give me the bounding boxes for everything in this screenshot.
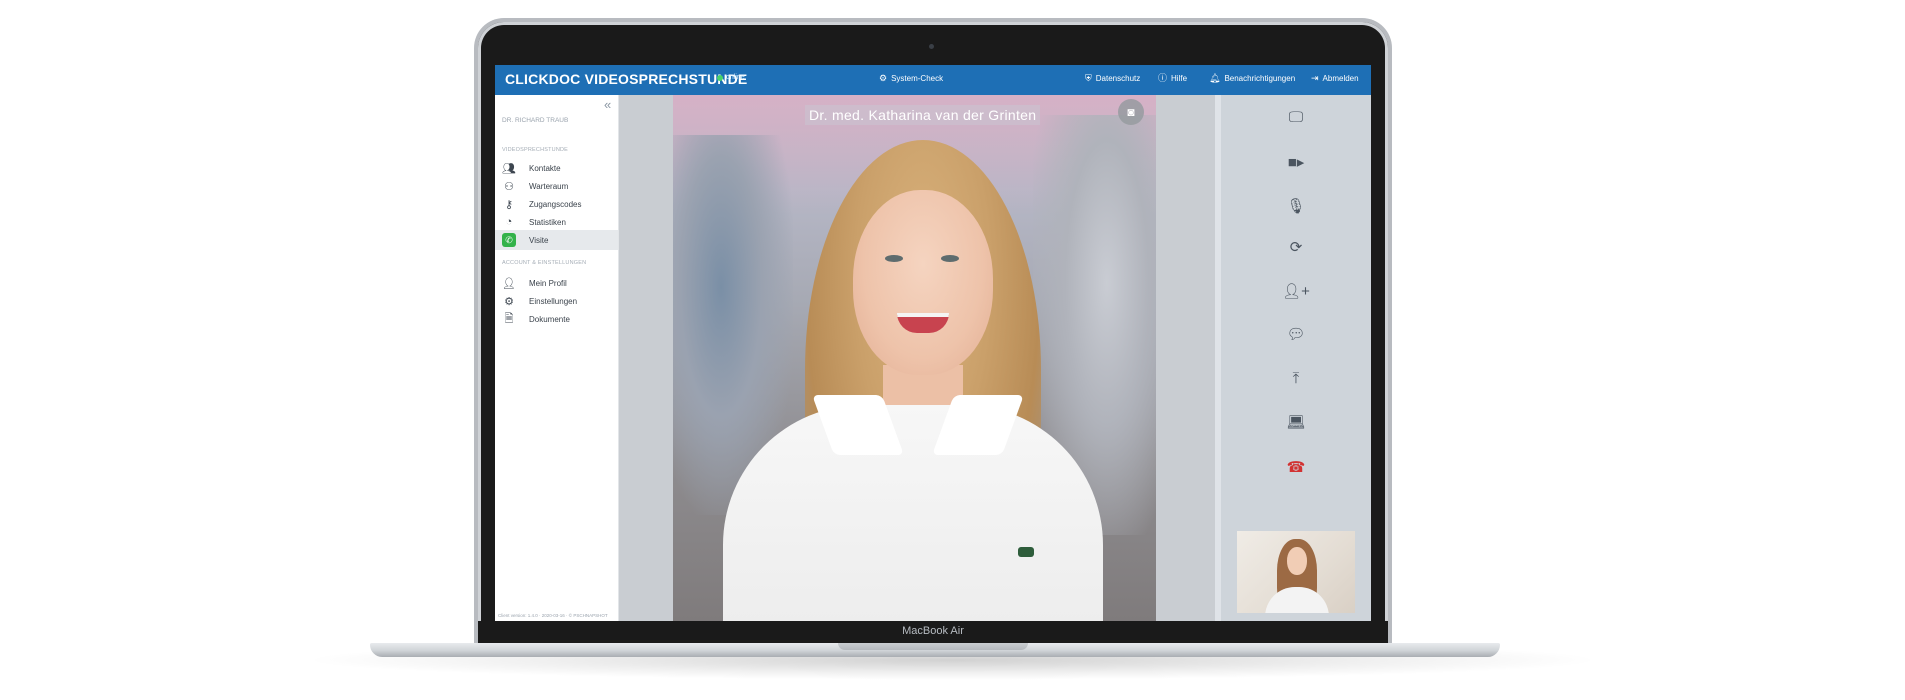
- section-heading-account: ACCOUNT & EINSTELLUNGEN: [502, 260, 587, 266]
- self-person-body: [1265, 587, 1329, 613]
- logout-link[interactable]: ⇥ Abmelden: [1311, 73, 1359, 84]
- person-eye: [941, 255, 959, 262]
- logout-label: Abmelden: [1322, 74, 1359, 83]
- add-participant-button[interactable]: 👤︎+: [1281, 279, 1311, 303]
- phone-icon: ✆: [502, 233, 516, 247]
- sidebar-item-kontakte[interactable]: 👥︎ Kontakte: [495, 158, 618, 178]
- contacts-icon: 👥︎: [502, 162, 516, 175]
- system-check-link[interactable]: ⚙ System-Check: [879, 73, 944, 84]
- switch-camera-button[interactable]: ⟳: [1281, 235, 1311, 259]
- call-controls: 🖵 ■▸ 🎙︎ ⟳ 👤︎+ 💬︎ ⤒ 💻︎ ☎: [1221, 95, 1371, 621]
- hang-up-button[interactable]: ☎: [1281, 455, 1311, 479]
- sidebar-item-label: Visite: [529, 235, 549, 245]
- privacy-link[interactable]: ⛨ Datenschutz: [1085, 73, 1141, 84]
- document-icon: 🗎: [504, 312, 514, 325]
- sidebar-item-statistiken[interactable]: ◔ Statistiken: [495, 212, 618, 232]
- hang-up-icon: ☎: [1286, 459, 1306, 476]
- participant-name: Dr. med. Katharina van der Grinten: [805, 105, 1041, 125]
- camera-icon: ■▸: [1287, 154, 1305, 171]
- shield-icon: ⛨: [1085, 73, 1092, 83]
- sidebar-item-label: Kontakte: [529, 163, 561, 173]
- sidebar-item-label: Zugangscodes: [529, 199, 582, 209]
- person-face: [853, 190, 993, 375]
- user-name: DR. RICHARD TRAUB: [502, 117, 569, 124]
- system-check-label: System-Check: [891, 74, 944, 83]
- screen-share-icon: 🖵: [1288, 108, 1304, 126]
- sidebar-item-dokumente[interactable]: 🗎 Dokumente: [495, 309, 618, 329]
- person-shirt: [723, 405, 1103, 621]
- online-status-label: online: [726, 74, 745, 81]
- switch-camera-icon: ⟳: [1289, 239, 1303, 256]
- chat-icon: 💬︎: [1286, 326, 1306, 343]
- sidebar-item-warteraum[interactable]: ⚇ Warteraum: [495, 176, 618, 196]
- sidebar-item-einstellungen[interactable]: ⚙ Einstellungen: [495, 291, 618, 311]
- sidebar-item-label: Einstellungen: [529, 296, 578, 306]
- snapshot-button[interactable]: ◙: [1118, 99, 1144, 125]
- sidebar-item-label: Warteraum: [529, 181, 569, 191]
- sidebar-item-label: Dokumente: [529, 314, 570, 324]
- section-heading-video: VIDEOSPRECHSTUNDE: [502, 147, 569, 153]
- gear-icon: ⚙: [504, 295, 514, 308]
- brand-logo: CLICKDOC VIDEOSPRECHSTUNDE: [505, 71, 748, 87]
- app-screen: CLICKDOC VIDEOSPRECHSTUNDE online ⚙ Syst…: [495, 65, 1371, 621]
- shirt-logo: [1018, 547, 1034, 557]
- sidebar: « DR. RICHARD TRAUB VIDEOSPRECHSTUNDE 👥︎…: [495, 95, 619, 621]
- microphone-icon: 🎙︎: [1286, 198, 1306, 215]
- sidebar-item-visite[interactable]: ✆ Visite: [495, 230, 618, 250]
- self-person-face: [1287, 547, 1307, 575]
- logout-icon: ⇥: [1311, 73, 1319, 83]
- add-participant-icon: 👤︎+: [1282, 283, 1310, 300]
- waiting-room-icon: ⚇: [504, 180, 514, 193]
- device-button[interactable]: 💻︎: [1281, 410, 1311, 434]
- upload-icon: ⤒: [1292, 369, 1300, 387]
- key-icon: ⚷: [504, 198, 514, 211]
- camera-toggle-button[interactable]: ■▸: [1281, 150, 1311, 174]
- online-status-dot: [717, 75, 723, 81]
- sidebar-item-label: Mein Profil: [529, 278, 567, 288]
- laptop-icon: 💻︎: [1286, 414, 1306, 431]
- chart-pie-icon: ◔: [505, 216, 513, 228]
- version-footnote: Client version: 1.4.0 · 2020-03-16 · © P…: [498, 613, 608, 618]
- sidebar-item-zugangscodes[interactable]: ⚷ Zugangscodes: [495, 194, 618, 214]
- bell-icon: 🔔︎: [1209, 73, 1221, 83]
- privacy-label: Datenschutz: [1095, 74, 1141, 83]
- self-view-video: [1237, 531, 1355, 613]
- chat-button[interactable]: 💬︎: [1281, 322, 1311, 346]
- screen-share-button[interactable]: 🖵: [1281, 105, 1311, 129]
- microphone-toggle-button[interactable]: 🎙︎: [1281, 194, 1311, 218]
- camera-icon: ◙: [1127, 105, 1135, 119]
- laptop-model-label: MacBook Air: [902, 625, 964, 637]
- notifications-label: Benachrichtigungen: [1224, 74, 1296, 83]
- webcam: [929, 44, 934, 49]
- help-icon: ⓘ: [1158, 73, 1168, 83]
- person-eye: [885, 255, 903, 262]
- sidebar-item-mein-profil[interactable]: 👤︎ Mein Profil: [495, 273, 618, 293]
- help-link[interactable]: ⓘ Hilfe: [1158, 73, 1188, 84]
- remote-video: [673, 95, 1156, 621]
- sidebar-item-label: Statistiken: [529, 217, 566, 227]
- collapse-sidebar-icon[interactable]: «: [604, 97, 611, 112]
- top-bar: CLICKDOC VIDEOSPRECHSTUNDE online ⚙ Syst…: [495, 65, 1371, 95]
- notifications-link[interactable]: 🔔︎ Benachrichtigungen: [1209, 73, 1296, 84]
- help-label: Hilfe: [1171, 74, 1188, 83]
- gear-icon: ⚙: [879, 73, 888, 83]
- user-icon: 👤︎: [502, 277, 516, 290]
- laptop-notch: [838, 643, 1028, 650]
- video-area: Dr. med. Katharina van der Grinten ◙: [619, 95, 1215, 621]
- upload-button[interactable]: ⤒: [1281, 366, 1311, 390]
